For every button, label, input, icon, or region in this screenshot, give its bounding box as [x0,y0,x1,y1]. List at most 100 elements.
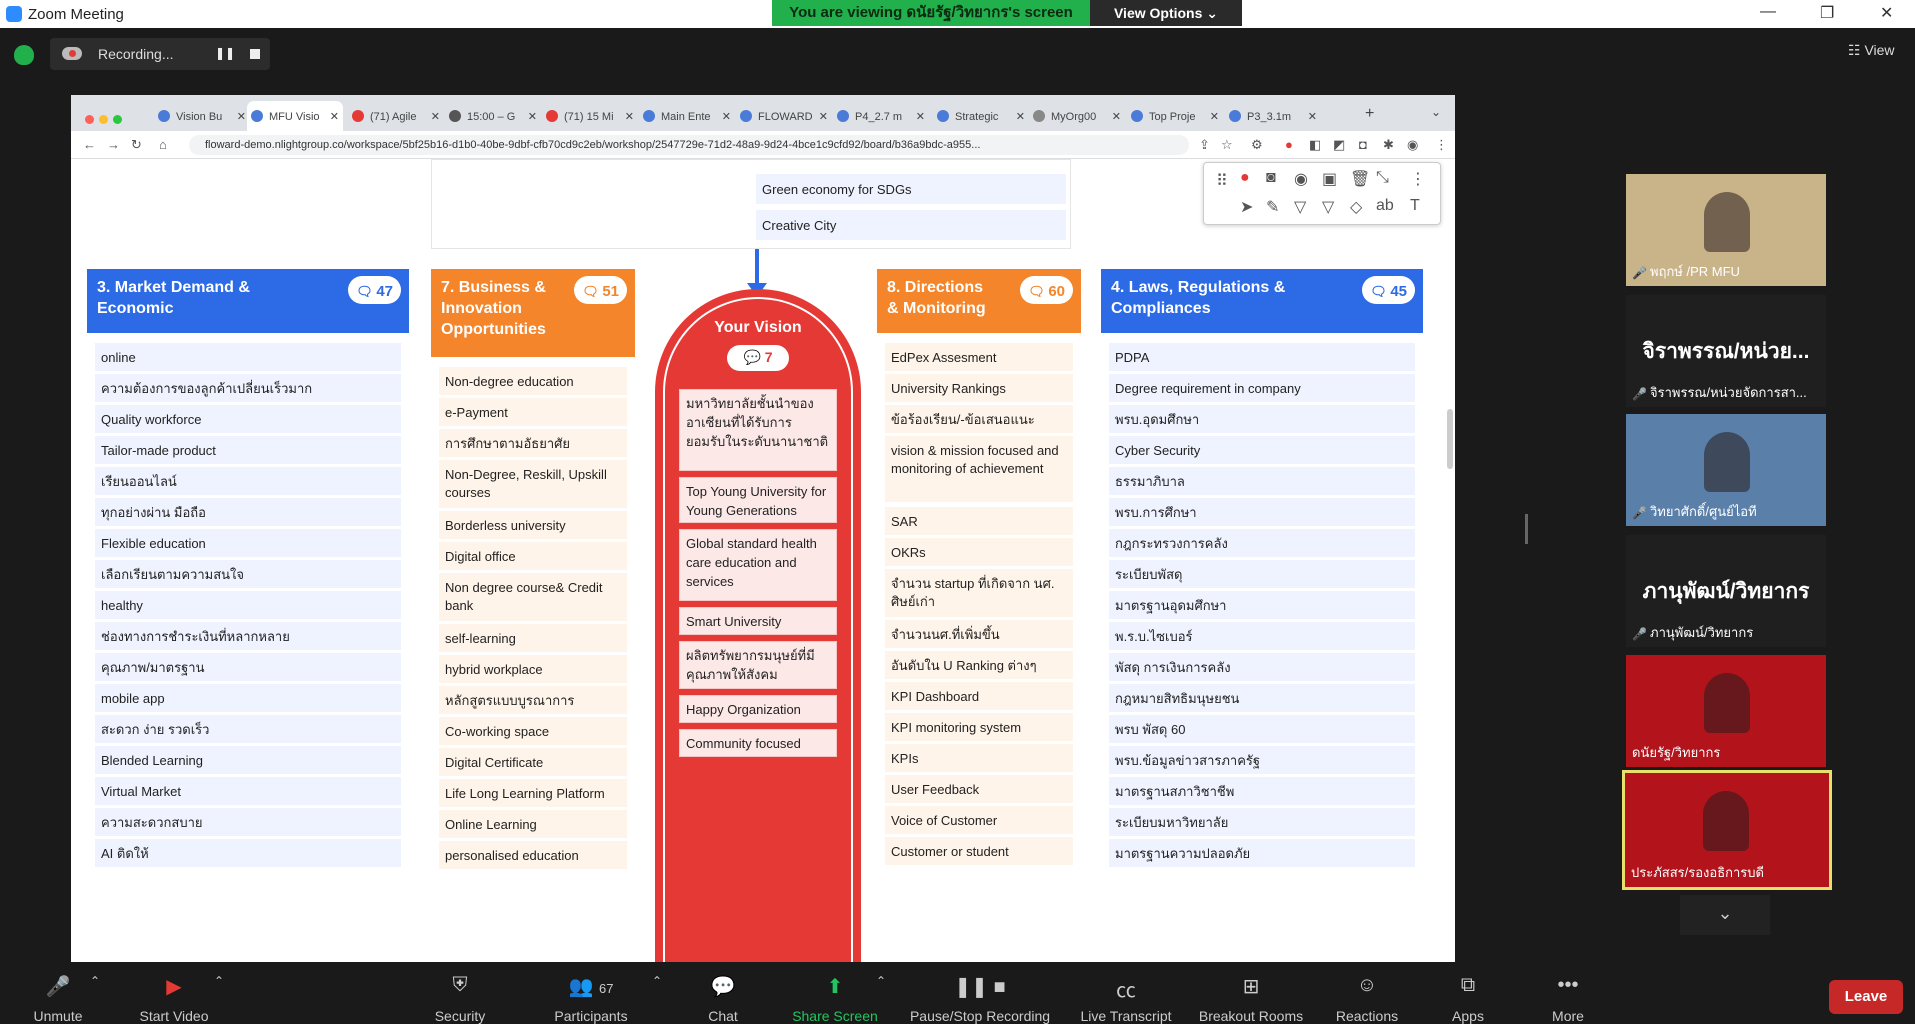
close-window-button[interactable]: ✕ [1880,3,1893,23]
board-item[interactable]: ช่องทางการชำระเงินที่หลากหลาย [95,622,401,650]
board-item[interactable]: Borderless university [439,511,627,539]
comment-count-badge[interactable]: 🗨 47 [348,276,401,304]
board-item[interactable]: Customer or student [885,837,1073,865]
board-item[interactable]: Degree requirement in company [1109,374,1415,402]
share-icon[interactable]: ⇪ [1199,137,1210,153]
snapshot-icon[interactable]: ◙ [1266,169,1276,187]
reactions-button[interactable]: ☺ Reactions [1330,962,1404,1024]
browser-tab[interactable]: FLOWARD ✕ [736,101,832,131]
profile-avatar-icon[interactable]: ◉ [1407,137,1418,153]
board-item[interactable]: self-learning [439,624,627,652]
board-item[interactable]: ธรรมาภิบาล [1109,467,1415,495]
board-item[interactable]: กฎหมายสิทธิมนุษยชน [1109,684,1415,712]
close-tab-icon[interactable]: ✕ [1112,110,1121,123]
board-item[interactable]: ระเบียบมหาวิทยาลัย [1109,808,1415,836]
audio-options-chevron-icon[interactable]: ⌃ [90,974,100,988]
browser-tab[interactable]: P4_2.7 m ✕ [833,101,929,131]
back-icon[interactable]: ← [83,137,96,152]
vision-item[interactable]: มหาวิทยาลัยชั้นนำของอาเซียนที่ได้รับการย… [679,389,837,471]
url-field[interactable]: floward-demo.nlightgroup.co/workspace/5b… [189,135,1189,155]
board-item[interactable]: คุณภาพ/มาตรฐาน [95,653,401,681]
security-button[interactable]: ⛨ Security [420,962,500,1024]
browser-tab[interactable]: Top Proje ✕ [1127,101,1223,131]
board-item[interactable]: Co-working space [439,717,627,745]
shape-icon[interactable]: ▽ [1322,197,1334,217]
vision-item[interactable]: Happy Organization [679,695,837,723]
close-tab-icon[interactable]: ✕ [625,110,634,123]
leave-button[interactable]: Leave [1829,980,1903,1014]
board-item[interactable]: Cyber Security [1109,436,1415,464]
board-item[interactable]: KPIs [885,744,1073,772]
puzzle-icon[interactable]: ✱ [1383,137,1394,153]
participants-options-chevron-icon[interactable]: ⌃ [652,974,662,988]
clear-trash-icon[interactable]: 🗑 [1350,169,1370,189]
new-tab-button[interactable]: + [1365,105,1374,123]
chat-button[interactable]: 💬 Chat [692,962,754,1024]
home-icon[interactable]: ⌂ [159,137,167,152]
participant-tile[interactable]: 🎤 พฤกษ์ /PR MFU [1626,174,1826,286]
board-item[interactable]: มาตรฐานความปลอดภัย [1109,839,1415,867]
board-item[interactable]: Non-Degree, Reskill, Upskill courses [439,460,627,508]
board-item[interactable]: จำนวน startup ที่เกิดจาก นศ. ศิษย์เก่า [885,569,1073,617]
board-item[interactable]: Non-degree education [439,367,627,395]
board-item[interactable]: AI ติดให้ [95,839,401,867]
pause-stop-recording-button[interactable]: ❚❚ ■ Pause/Stop Recording [904,962,1056,1024]
board-item[interactable]: สะดวก ง่าย รวดเร็ว [95,715,401,743]
browser-tab[interactable]: MFU Visio ✕ [247,101,343,131]
minimize-button[interactable]: — [1760,3,1776,21]
board-item[interactable]: University Rankings [885,374,1073,402]
close-tab-icon[interactable]: ✕ [1308,110,1317,123]
layout-view-button[interactable]: ☷ View [1848,42,1895,59]
forward-icon[interactable]: → [107,137,120,152]
participant-tile[interactable]: ประภัสสร/รองอธิการบดี [1622,770,1832,890]
start-video-button[interactable]: ▶ Start Video [128,962,220,1024]
board-item[interactable]: ระเบียบพัสดุ [1109,560,1415,588]
panel-resize-handle[interactable] [1525,514,1528,544]
apps-button[interactable]: ⧉ Apps [1446,962,1490,1024]
browser-tab[interactable]: (71) 15 Mi ✕ [542,101,638,131]
board-item[interactable]: พรบ.อุดมศึกษา [1109,405,1415,433]
board-item[interactable]: User Feedback [885,775,1073,803]
opera-icon[interactable]: ● [1285,137,1293,152]
browser-tab[interactable]: MyOrg00 ✕ [1029,101,1125,131]
save-icon[interactable]: ▣ [1322,169,1337,189]
more-button[interactable]: ••• More [1544,962,1592,1024]
text-format-icon[interactable]: ab [1376,197,1394,215]
board-item[interactable]: ทุกอย่างผ่าน มือถือ [95,498,401,526]
board-item[interactable]: กฎกระทรวงการคลัง [1109,529,1415,557]
select-arrow-icon[interactable]: ➤ [1240,197,1253,217]
participant-tile[interactable]: จิราพรรณ/หน่วย... 🎤 จิราพรรณ/หน่วยจัดการสา… [1626,295,1826,407]
board-item[interactable]: มาตรฐานอุดมศึกษา [1109,591,1415,619]
more-options-icon[interactable]: ⋮ [1410,169,1426,189]
extensions-icon[interactable]: ⚙ [1251,137,1263,153]
spotlight-eye-icon[interactable]: ◉ [1294,169,1308,189]
close-tab-icon[interactable]: ✕ [722,110,731,123]
board-scrollbar[interactable] [1447,409,1453,469]
board-item[interactable]: mobile app [95,684,401,712]
board-item[interactable]: Flexible education [95,529,401,557]
board-item[interactable]: Digital Certificate [439,748,627,776]
board-item[interactable]: จำนวนนศ.ที่เพิ่มขึ้น [885,620,1073,648]
restore-button[interactable]: ❐ [1820,3,1834,23]
breakout-rooms-button[interactable]: ⊞ Breakout Rooms [1196,962,1306,1024]
board-item[interactable]: Virtual Market [95,777,401,805]
board-item[interactable]: vision & mission focused and monitoring … [885,436,1073,502]
view-options-button[interactable]: View Options ⌄ [1090,0,1242,26]
live-transcript-button[interactable]: ㏄ Live Transcript [1076,962,1176,1024]
browser-tab[interactable]: 15:00 – G ✕ [445,101,541,131]
board-item[interactable]: อันดับใน U Ranking ต่างๆ [885,651,1073,679]
comment-count-badge[interactable]: 🗨 45 [1362,276,1415,304]
board-item[interactable]: การศึกษาตามอัธยาศัย [439,429,627,457]
browser-tab[interactable]: Vision Bu ✕ [154,101,250,131]
close-tab-icon[interactable]: ✕ [819,110,828,123]
scroll-gallery-down-icon[interactable]: ⌄ [1680,895,1770,935]
board-item[interactable]: เลือกเรียนตามความสนใจ [95,560,401,588]
vision-item[interactable]: Community focused [679,729,837,757]
board-item[interactable]: SAR [885,507,1073,535]
share-options-chevron-icon[interactable]: ⌃ [876,974,886,988]
vision-item[interactable]: ผลิตทรัพยากรมนุษย์ที่มีคุณภาพให้สังคม [679,641,837,689]
board-item[interactable]: Non degree course& Credit bank [439,573,627,621]
stamp-icon[interactable]: ▽ [1294,197,1306,217]
board-item[interactable]: Digital office [439,542,627,570]
participants-button[interactable]: 👥 67 Participants [546,962,636,1024]
